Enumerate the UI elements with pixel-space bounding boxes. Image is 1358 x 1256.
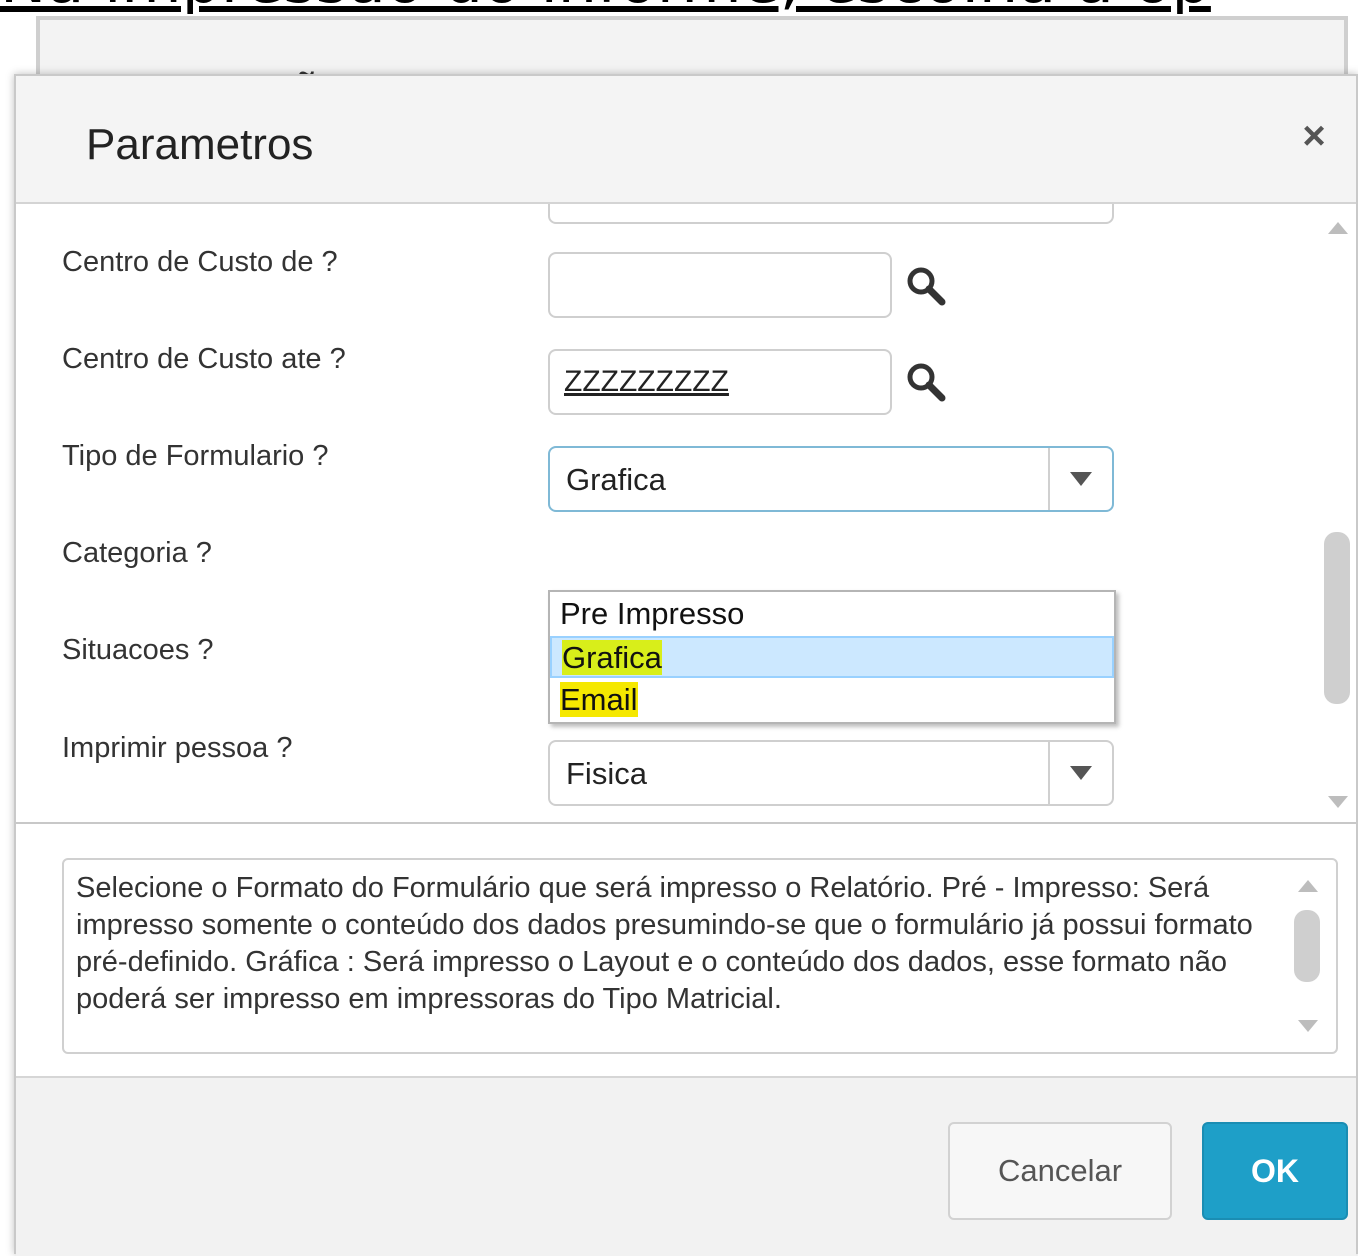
cancel-button[interactable]: Cancelar xyxy=(948,1122,1172,1220)
scroll-down-icon[interactable] xyxy=(1298,1020,1318,1032)
centro-custo-de-input[interactable] xyxy=(548,252,892,318)
parametros-dialog: Parametros × Centro de Custo de ? Centro… xyxy=(14,74,1358,1256)
imprimir-pessoa-value: Fisica xyxy=(566,756,647,791)
background-heading: Na impressão do informe, escolha a op xyxy=(0,0,1358,14)
option-label: Email xyxy=(560,682,638,717)
search-icon[interactable] xyxy=(904,264,948,308)
tipo-formulario-dropdown: Pre Impresso Grafica Email xyxy=(548,590,1116,724)
chevron-down-icon[interactable] xyxy=(1048,742,1112,804)
dialog-footer: Cancelar OK xyxy=(16,1076,1356,1256)
parameters-form: Centro de Custo de ? Centro de Custo ate… xyxy=(16,204,1356,824)
help-scrollbar-thumb[interactable] xyxy=(1294,910,1320,982)
close-icon[interactable]: × xyxy=(1294,116,1334,156)
divider xyxy=(16,822,1356,824)
centro-custo-ate-input[interactable] xyxy=(548,349,892,415)
background-dialog-title: RELAÇÃO DO INFORME RENDIMENTO xyxy=(124,54,984,76)
option-label: Grafica xyxy=(562,640,662,675)
form-scrollbar-thumb[interactable] xyxy=(1324,532,1350,704)
ok-button[interactable]: OK xyxy=(1202,1122,1348,1220)
centro-custo-ate-label: Centro de Custo ate ? xyxy=(62,343,346,375)
imprimir-pessoa-label: Imprimir pessoa ? xyxy=(62,732,293,764)
scroll-up-icon[interactable] xyxy=(1298,880,1318,892)
chevron-down-icon[interactable] xyxy=(1048,448,1112,510)
tipo-formulario-select[interactable]: Grafica xyxy=(548,446,1114,512)
dropdown-option-pre-impresso[interactable]: Pre Impresso xyxy=(550,594,1114,636)
previous-field-input[interactable] xyxy=(548,204,1114,224)
categoria-label: Categoria ? xyxy=(62,537,212,569)
tipo-formulario-value: Grafica xyxy=(566,462,666,497)
scroll-down-icon[interactable] xyxy=(1328,796,1348,808)
dialog-title: Parametros xyxy=(86,120,314,169)
help-description-box: Selecione o Formato do Formulário que se… xyxy=(62,858,1338,1054)
situacoes-label: Situacoes ? xyxy=(62,634,214,666)
dropdown-option-grafica[interactable]: Grafica xyxy=(550,636,1114,678)
option-label: Pre Impresso xyxy=(560,596,745,631)
dialog-header: Parametros × xyxy=(16,76,1356,204)
centro-custo-de-label: Centro de Custo de ? xyxy=(62,246,338,278)
imprimir-pessoa-select[interactable]: Fisica xyxy=(548,740,1114,806)
search-icon[interactable] xyxy=(904,360,948,404)
scroll-up-icon[interactable] xyxy=(1328,222,1348,234)
dropdown-option-email[interactable]: Email xyxy=(550,680,1114,722)
help-text: Selecione o Formato do Formulário que se… xyxy=(76,872,1253,1015)
tipo-formulario-label: Tipo de Formulario ? xyxy=(62,440,329,472)
